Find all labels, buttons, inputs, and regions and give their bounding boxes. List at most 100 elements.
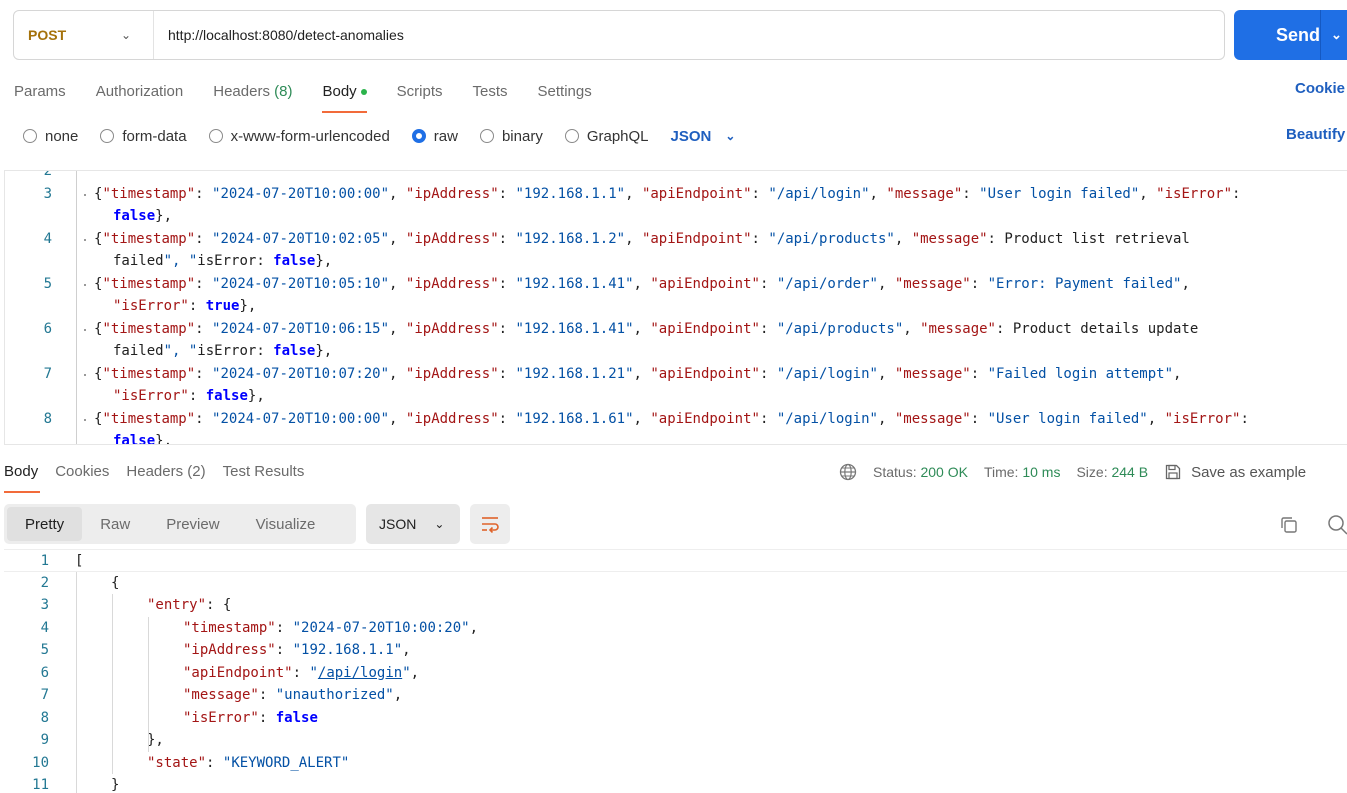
- json-string: "unauthorized": [275, 687, 394, 703]
- view-visualize-button[interactable]: Visualize: [238, 507, 334, 541]
- radio-graphql[interactable]: GraphQL: [564, 128, 649, 145]
- raw-format-dropdown[interactable]: JSON ⌄: [671, 128, 736, 145]
- json-key: "timestamp": [183, 619, 276, 636]
- editor-line-wrapped[interactable]: failed", "isError: false},: [5, 340, 1347, 363]
- url-input[interactable]: [154, 27, 1224, 43]
- response-tab-cookies[interactable]: Cookies: [55, 463, 109, 480]
- json-punct: },: [155, 433, 173, 445]
- time-readout[interactable]: Time: 10 ms: [984, 464, 1061, 480]
- tab-tests[interactable]: Tests: [473, 83, 508, 100]
- editor-line-wrapped[interactable]: failed", "isError: false},: [5, 250, 1347, 273]
- send-options-chevron-icon[interactable]: ⌄: [1321, 27, 1342, 43]
- wrap-lines-button[interactable]: [470, 504, 510, 544]
- radio-binary[interactable]: binary: [479, 128, 543, 145]
- response-line[interactable]: 7 "message": "unauthorized",: [4, 684, 1347, 707]
- view-raw-button[interactable]: Raw: [82, 507, 148, 541]
- editor-line-wrapped[interactable]: false},: [5, 205, 1347, 228]
- tab-headers[interactable]: Headers (8): [213, 83, 292, 100]
- code-text: {"timestamp": "2024-07-20T10:00:00", "ip…: [94, 183, 1240, 206]
- json-boolean: false: [273, 253, 316, 269]
- tab-settings[interactable]: Settings: [538, 83, 592, 100]
- json-punct: [979, 411, 987, 427]
- editor-line[interactable]: 3 {"timestamp": "2024-07-20T10:00:00", "i…: [5, 183, 1347, 206]
- size-readout[interactable]: Size: 244 B: [1076, 464, 1148, 480]
- response-format-dropdown[interactable]: JSON ⌄: [366, 504, 460, 544]
- tab-scripts[interactable]: Scripts: [397, 83, 443, 100]
- json-punct: :: [275, 619, 285, 636]
- editor-line[interactable]: 7 {"timestamp": "2024-07-20T10:07:20", "i…: [5, 363, 1347, 386]
- json-punct: [197, 388, 205, 404]
- editor-line[interactable]: 5 {"timestamp": "2024-07-20T10:05:10", "i…: [5, 273, 1347, 296]
- response-line[interactable]: 5 "ipAddress": "192.168.1.1",: [4, 639, 1347, 662]
- request-body-editor[interactable]: 2 3 {"timestamp": "2024-07-20T10:00:00", "…: [4, 170, 1347, 445]
- json-punct: ,: [1147, 410, 1165, 427]
- json-string: "2024-07-20T10:00:20": [292, 619, 470, 636]
- json-key: "timestamp": [102, 365, 196, 382]
- json-string: "192.168.1.2": [515, 230, 626, 247]
- radio-form-data[interactable]: form-data: [100, 127, 187, 145]
- search-icon[interactable]: [1326, 513, 1347, 535]
- response-line[interactable]: 3 "entry": {: [4, 594, 1347, 617]
- editor-line-wrapped[interactable]: "isError": true},: [5, 295, 1347, 318]
- size-value: 244 B: [1111, 464, 1149, 480]
- save-icon: [1165, 464, 1181, 480]
- response-tab-body[interactable]: Body: [4, 463, 41, 493]
- json-punct: [267, 710, 275, 726]
- code-text: false},: [113, 205, 172, 228]
- response-tab-test-results[interactable]: Test Results: [223, 463, 305, 480]
- whitespace-dot-icon: [84, 193, 86, 196]
- response-line[interactable]: 6 "apiEndpoint": "/api/login",: [4, 662, 1347, 685]
- save-as-example-button[interactable]: Save as example: [1164, 463, 1306, 481]
- json-key: "apiEndpoint": [183, 664, 293, 681]
- json-punct: [284, 642, 292, 658]
- cookies-link[interactable]: Cookie: [1295, 80, 1345, 97]
- json-string: "192.168.1.41": [515, 275, 634, 292]
- status-readout[interactable]: Status: 200 OK: [873, 464, 968, 480]
- radio-raw[interactable]: raw: [411, 128, 458, 145]
- response-line[interactable]: 10 "state": "KEYWORD_ALERT": [4, 752, 1347, 775]
- editor-line[interactable]: 2: [5, 171, 1347, 183]
- response-body-viewer[interactable]: 1[2{3 "entry": {4 "timestamp": "2024-07-20…: [4, 549, 1347, 793]
- tab-authorization[interactable]: Authorization: [96, 83, 184, 100]
- radio-none[interactable]: none: [23, 128, 78, 145]
- tab-params[interactable]: Params: [14, 83, 66, 100]
- response-line[interactable]: 8 "isError": false: [4, 707, 1347, 730]
- editor-line-wrapped[interactable]: false},: [5, 430, 1347, 445]
- code-text: {"timestamp": "2024-07-20T10:06:15", "ip…: [94, 318, 1198, 341]
- response-line[interactable]: 11}: [4, 774, 1347, 793]
- json-string: "192.168.1.61": [515, 410, 634, 427]
- beautify-link[interactable]: Beautify: [1286, 126, 1345, 143]
- json-string: "2024-07-20T10:06:15": [212, 320, 390, 337]
- json-punct: [507, 276, 515, 292]
- view-preview-button[interactable]: Preview: [148, 507, 237, 541]
- endpoint-link[interactable]: /api/login: [318, 665, 402, 681]
- json-string: "2024-07-20T10:02:05": [212, 230, 390, 247]
- response-line[interactable]: 9},: [4, 729, 1347, 752]
- json-key: "apiEndpoint": [650, 410, 760, 427]
- tab-body[interactable]: Body: [322, 83, 367, 113]
- code-text: false},: [113, 430, 173, 445]
- json-punct: [768, 321, 776, 337]
- response-line[interactable]: 1[: [4, 549, 1347, 572]
- radio-x-www-form-urlencoded[interactable]: x-www-form-urlencoded: [208, 128, 390, 145]
- globe-icon[interactable]: [839, 463, 857, 481]
- json-punct: ,: [410, 664, 420, 681]
- response-tab-headers[interactable]: Headers (2): [126, 463, 205, 480]
- radio-label: form-data: [122, 127, 187, 145]
- json-punct: [1004, 321, 1012, 337]
- method-dropdown[interactable]: POST ⌄: [14, 11, 154, 59]
- copy-icon[interactable]: [1278, 514, 1300, 536]
- view-pretty-button[interactable]: Pretty: [7, 507, 83, 541]
- editor-line[interactable]: 6 {"timestamp": "2024-07-20T10:06:15", "i…: [5, 318, 1347, 341]
- send-button[interactable]: Send ⌄: [1234, 10, 1347, 60]
- json-punct: [768, 366, 776, 382]
- editor-line[interactable]: 8 {"timestamp": "2024-07-20T10:00:00", "i…: [5, 408, 1347, 431]
- editor-line-wrapped[interactable]: "isError": false},: [5, 385, 1347, 408]
- json-punct: [267, 687, 275, 703]
- radio-circle-icon: [479, 129, 494, 143]
- editor-line[interactable]: 4 {"timestamp": "2024-07-20T10:02:05", "i…: [5, 228, 1347, 251]
- json-string: "Failed login attempt": [987, 365, 1174, 382]
- response-line[interactable]: 2{: [4, 572, 1347, 595]
- response-line[interactable]: 4 "timestamp": "2024-07-20T10:00:20",: [4, 617, 1347, 640]
- body-type-radio-group: none form-data x-www-form-urlencoded raw…: [23, 125, 735, 147]
